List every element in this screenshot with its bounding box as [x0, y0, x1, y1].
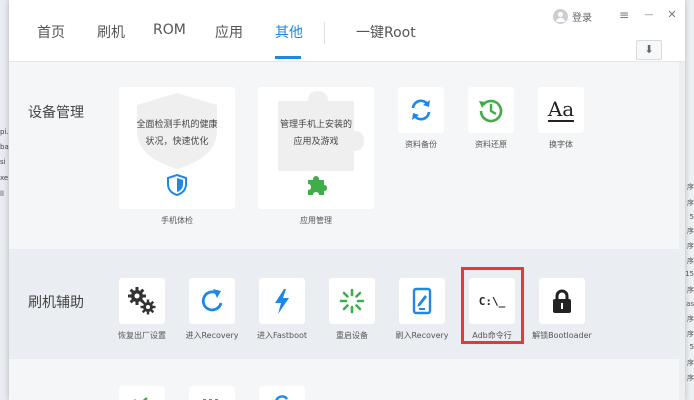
- background-text: 5: [689, 213, 694, 221]
- background-text: 5: [689, 343, 694, 351]
- minimize-icon[interactable]: —: [642, 10, 656, 20]
- top-navigation-bar: 首页 刷机 ROM 应用 其他 一键Root 登录 ≡ — ✕ ⬇: [9, 0, 685, 62]
- close-icon[interactable]: ✕: [665, 8, 679, 21]
- background-text: 序: [687, 374, 694, 382]
- background-text: 序: [687, 257, 694, 265]
- desktop-background-right: 序 序 5 序 序 序 15 序 as 序 序 5 序 序: [684, 0, 694, 400]
- health-check-caption: 手机体检: [161, 216, 193, 225]
- factory-reset-tool[interactable]: 恢复出厂设置: [118, 278, 166, 341]
- background-text: ba: [0, 143, 9, 151]
- background-text: 序: [687, 330, 694, 338]
- section-title-device-management: 设备管理: [28, 105, 84, 121]
- partial-tool-card[interactable]: [189, 386, 235, 400]
- unlock-bootloader-label: 解锁Bootloader: [532, 331, 592, 340]
- spinner-icon: [339, 288, 365, 314]
- restore-data-tool[interactable]: 资料还原: [468, 87, 514, 150]
- background-text: 序: [687, 286, 694, 294]
- background-text: 序: [687, 315, 694, 323]
- scrollbar[interactable]: [679, 62, 685, 400]
- menu-icon[interactable]: ≡: [617, 8, 631, 22]
- partial-tool-card[interactable]: [119, 386, 165, 400]
- shield-icon: [167, 173, 187, 197]
- background-text: si: [0, 158, 6, 166]
- background-text: 序: [687, 199, 694, 207]
- tab-apps[interactable]: 应用: [215, 22, 243, 42]
- active-tab-indicator: [275, 56, 301, 59]
- avatar-icon: [553, 9, 568, 24]
- app-management-caption: 应用管理: [300, 216, 332, 225]
- background-text: ll: [0, 190, 4, 198]
- sync-icon: [411, 99, 431, 121]
- unlock-bootloader-tool[interactable]: 解锁Bootloader: [532, 278, 592, 341]
- tab-one-click-root[interactable]: 一键Root: [356, 22, 416, 42]
- background-text: as: [686, 300, 694, 308]
- puzzle-icon: [308, 176, 327, 195]
- change-font-tool[interactable]: Aa 换字体: [538, 87, 584, 150]
- background-text: 序: [687, 183, 694, 191]
- login-button[interactable]: 登录: [553, 9, 592, 24]
- app-window: 首页 刷机 ROM 应用 其他 一键Root 登录 ≡ — ✕ ⬇ 设备管理 全…: [9, 0, 685, 400]
- enter-recovery-tool[interactable]: 进入Recovery: [185, 278, 239, 341]
- tablet-edit-icon: [412, 287, 432, 315]
- more-tools-section: [9, 360, 685, 400]
- backup-data-tool[interactable]: 资料备份: [398, 87, 444, 150]
- download-icon[interactable]: ⬇: [636, 40, 662, 60]
- partial-blue-icon: [275, 395, 288, 400]
- refresh-icon: [201, 289, 223, 312]
- lock-icon: [553, 289, 571, 313]
- tab-other[interactable]: 其他: [275, 22, 303, 42]
- change-font-label: 换字体: [549, 140, 573, 149]
- partial-green-icon: [203, 399, 218, 400]
- partial-green-icon: [134, 397, 148, 400]
- login-label: 登录: [572, 13, 592, 24]
- background-text: xe: [0, 174, 9, 182]
- font-icon: Aa: [547, 97, 575, 122]
- flash-recovery-tool[interactable]: 刷入Recovery: [395, 278, 449, 341]
- tab-home[interactable]: 首页: [37, 22, 65, 42]
- lightning-icon: [275, 289, 289, 314]
- health-check-card[interactable]: 全面检测手机的健康 状况，快速优化 手机体检: [119, 87, 235, 225]
- gears-icon: [128, 287, 156, 315]
- reboot-device-tool[interactable]: 重启设备: [329, 278, 375, 341]
- background-text: 序: [687, 227, 694, 235]
- tab-flash[interactable]: 刷机: [97, 22, 125, 42]
- restore-clock-icon: [479, 99, 503, 123]
- background-text: 序: [687, 242, 694, 250]
- background-text: 序: [687, 359, 694, 367]
- section-title-flash-assist: 刷机辅助: [28, 295, 84, 311]
- background-text: 15: [685, 270, 694, 278]
- tab-divider: [324, 22, 325, 44]
- health-check-description: 全面检测手机的健康 状况，快速优化: [136, 120, 218, 147]
- partial-tool-card[interactable]: [259, 386, 305, 400]
- app-management-description: 管理手机上安装的 应用及游戏: [279, 120, 352, 147]
- tab-rom[interactable]: ROM: [153, 22, 186, 38]
- enter-fastboot-tool[interactable]: 进入Fastboot: [257, 278, 307, 341]
- app-management-card[interactable]: 管理手机上安装的 应用及游戏 应用管理: [258, 87, 374, 225]
- highlight-box: [461, 267, 524, 344]
